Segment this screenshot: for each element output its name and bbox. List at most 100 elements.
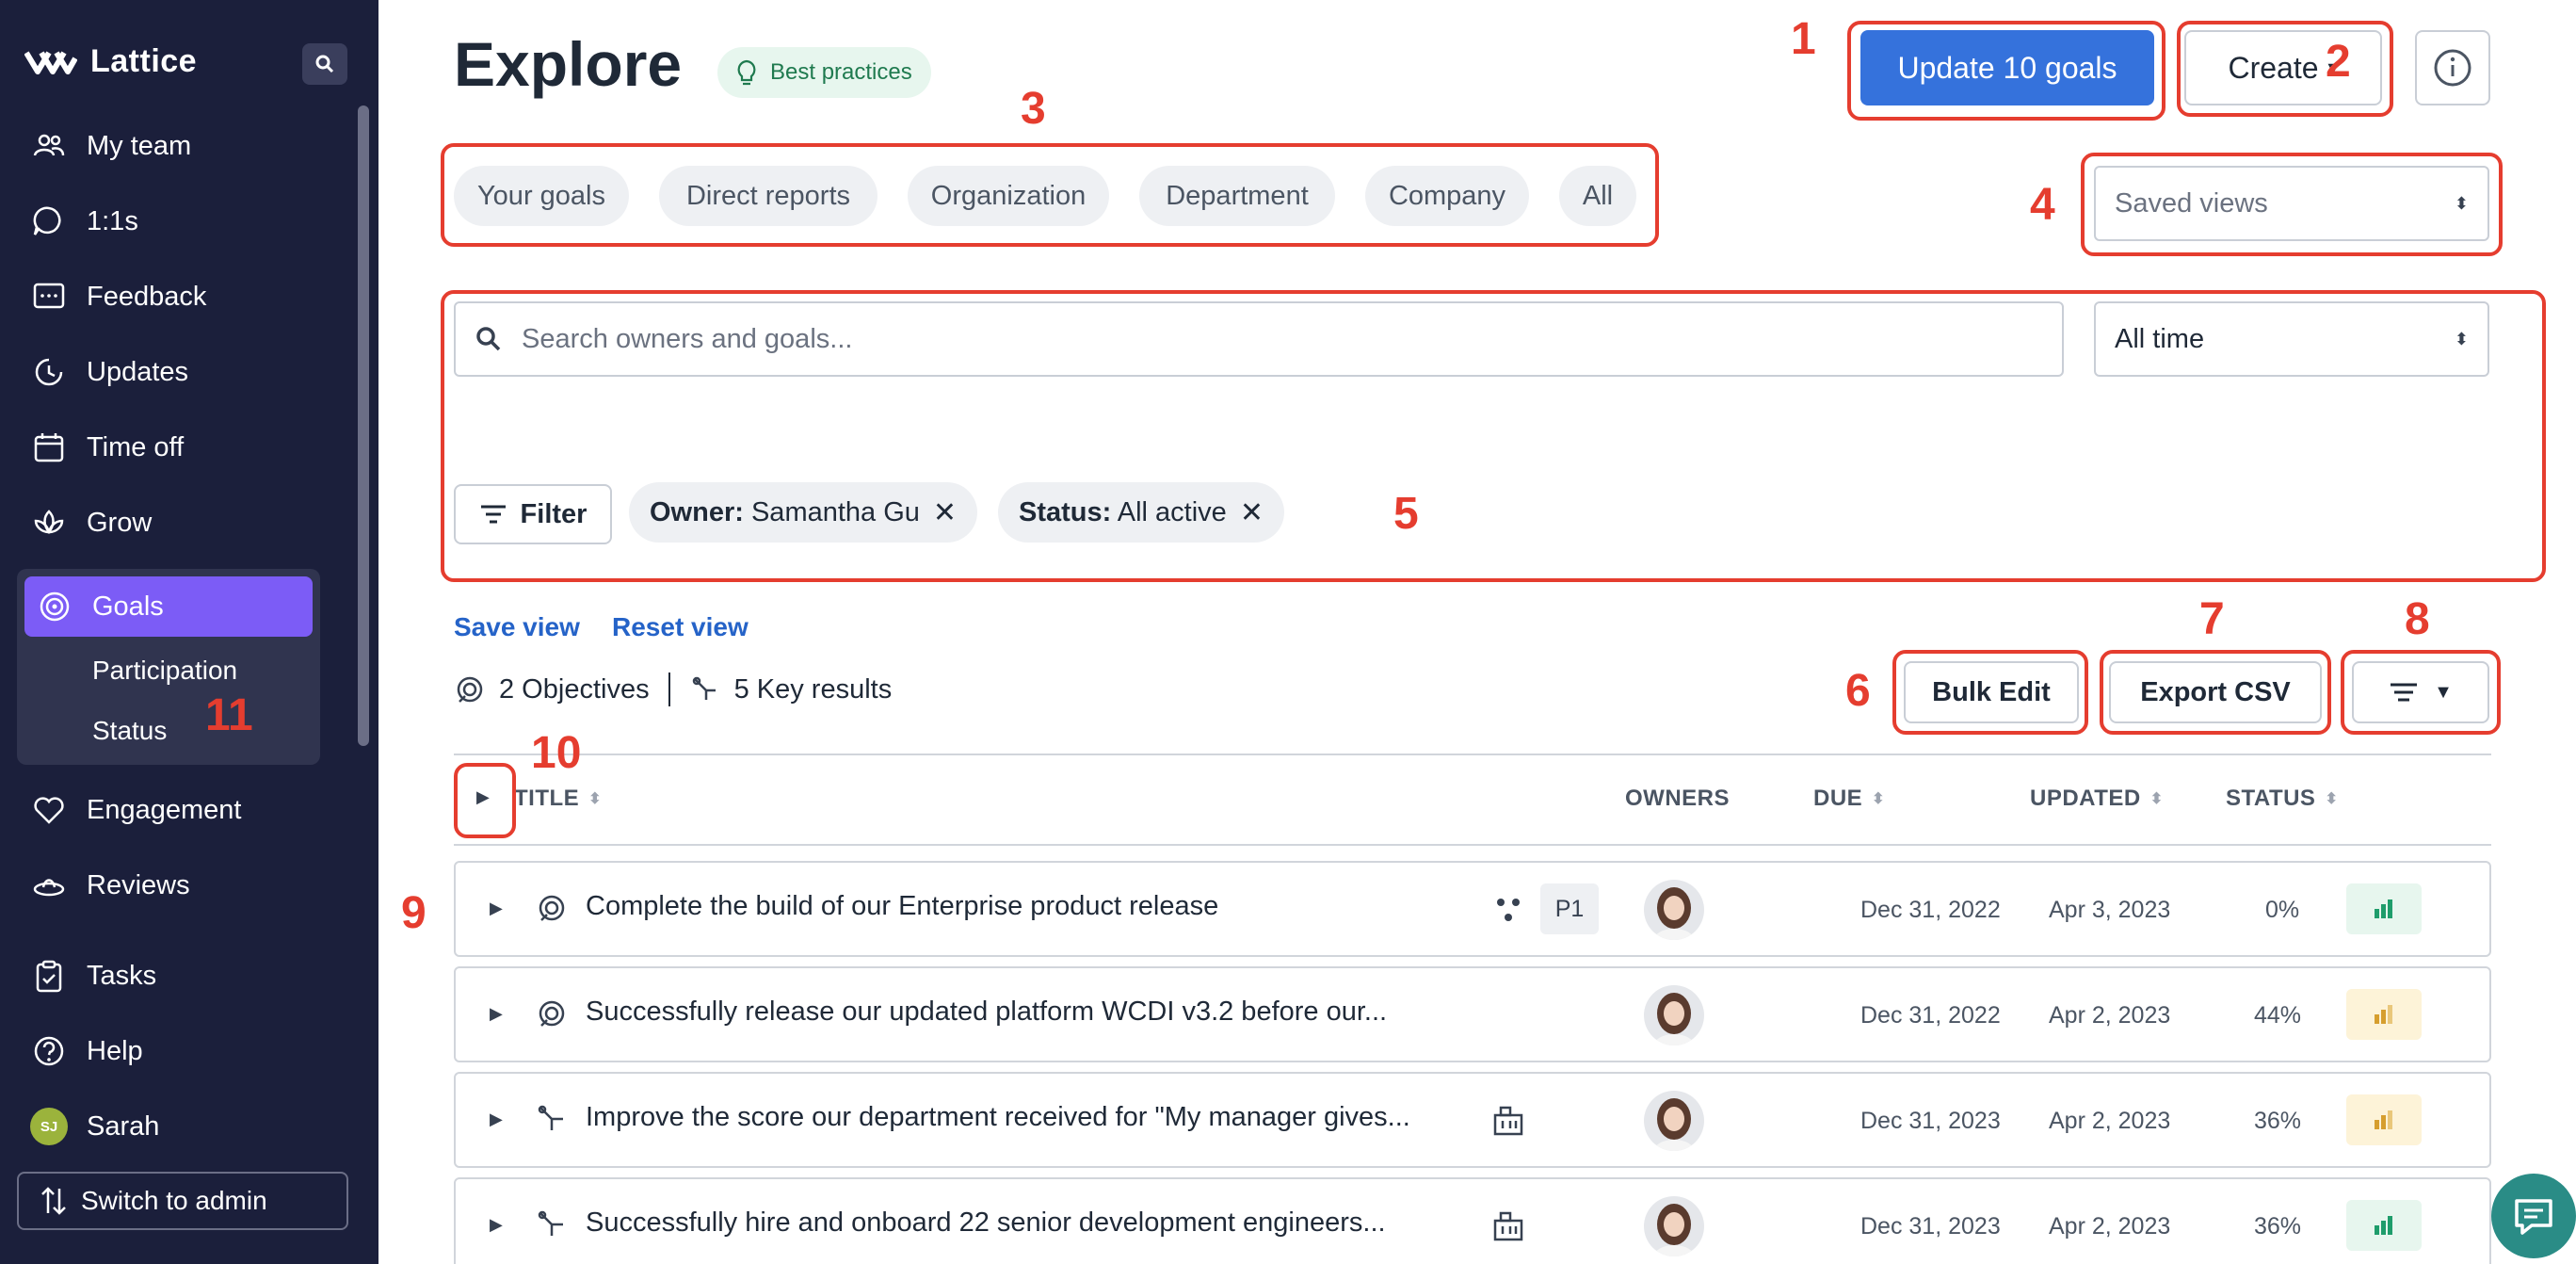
- best-practices-badge[interactable]: Best practices: [717, 47, 931, 98]
- sidebar-item-reviews[interactable]: Reviews: [30, 862, 190, 909]
- table-header-divider: [454, 844, 2491, 846]
- bar-chart-icon: [2375, 1216, 2392, 1235]
- annotation-label-11: 11: [205, 690, 253, 740]
- annotation-label-8: 8: [2405, 594, 2430, 644]
- column-status[interactable]: STATUS ⬍: [2226, 786, 2338, 812]
- info-button[interactable]: [2415, 30, 2490, 105]
- key-results-count: 5 Key results: [733, 673, 893, 705]
- updated-date: Apr 2, 2023: [2049, 1002, 2171, 1029]
- expand-row-icon[interactable]: ▶: [490, 1215, 503, 1235]
- column-title[interactable]: TITLE ⬍: [514, 786, 602, 812]
- calendar-icon: [34, 433, 64, 462]
- key-result-icon: [538, 1105, 563, 1130]
- progress-percent: 0%: [2265, 897, 2300, 923]
- table-row[interactable]: ▶ Successfully hire and onboard 22 senio…: [454, 1177, 2491, 1264]
- sort-arrows-icon: ⬍: [2149, 791, 2164, 807]
- search-icon: [315, 55, 334, 73]
- updated-date: Apr 2, 2023: [2049, 1108, 2171, 1134]
- annotation-box-2: [2177, 21, 2393, 117]
- owner-avatar[interactable]: [1644, 985, 1704, 1045]
- status-badge[interactable]: [2346, 989, 2422, 1040]
- table-row[interactable]: ▶ Successfully release our updated platf…: [454, 966, 2491, 1062]
- lattice-logo[interactable]: Lattice: [24, 43, 197, 80]
- table-row[interactable]: ▶ Complete the build of our Enterprise p…: [454, 861, 2491, 957]
- owner-avatar[interactable]: [1644, 880, 1704, 940]
- table-row[interactable]: ▶ Improve the score our department recei…: [454, 1072, 2491, 1168]
- sidebar-subitem-status[interactable]: Status: [92, 716, 167, 746]
- page-title: Explore: [454, 29, 683, 99]
- chat-support-button[interactable]: [2491, 1174, 2576, 1258]
- sidebar-item-label: 1:1s: [87, 205, 138, 236]
- sidebar-item-1-1s[interactable]: 1:1s: [30, 198, 138, 245]
- column-title-label: TITLE: [514, 786, 580, 811]
- column-updated[interactable]: UPDATED ⬍: [2030, 786, 2164, 812]
- help-icon: [34, 1036, 64, 1066]
- clipboard-icon: [36, 960, 62, 993]
- updates-icon: [35, 358, 63, 386]
- goal-title[interactable]: Complete the build of our Enterprise pro…: [586, 891, 1218, 922]
- status-badge[interactable]: [2346, 1200, 2422, 1251]
- department-icon: [1493, 1106, 1523, 1136]
- owner-avatar[interactable]: [1644, 1091, 1704, 1151]
- feedback-icon: [33, 283, 65, 309]
- sidebar-item-my-team[interactable]: My team: [30, 122, 191, 170]
- sidebar-item-help[interactable]: Help: [30, 1028, 143, 1075]
- due-date: Dec 31, 2022: [1860, 1002, 2001, 1029]
- owner-avatar[interactable]: [1644, 1196, 1704, 1256]
- avatar-icon: [1644, 985, 1704, 1045]
- sidebar-item-time-off[interactable]: Time off: [30, 424, 184, 471]
- progress-percent: 36%: [2254, 1108, 2302, 1134]
- sidebar-item-label: Feedback: [87, 281, 207, 312]
- sidebar-item-tasks[interactable]: Tasks: [30, 952, 156, 999]
- annotation-label-4: 4: [2030, 180, 2055, 230]
- sidebar-search-button[interactable]: [302, 43, 347, 85]
- annotation-box-8: [2341, 650, 2501, 735]
- status-badge[interactable]: [2346, 883, 2422, 934]
- best-practices-label: Best practices: [770, 59, 912, 85]
- expand-row-icon[interactable]: ▶: [490, 1110, 503, 1129]
- reset-view-link[interactable]: Reset view: [612, 612, 749, 642]
- sidebar-scrollbar[interactable]: [358, 105, 369, 746]
- progress-percent: 44%: [2254, 1002, 2302, 1029]
- annotation-label-9: 9: [401, 888, 427, 938]
- bar-chart-icon: [2375, 1005, 2392, 1024]
- sidebar-item-goals[interactable]: Goals: [24, 576, 313, 637]
- sidebar-subitem-participation[interactable]: Participation: [92, 656, 237, 686]
- updated-date: Apr 3, 2023: [2049, 897, 2171, 923]
- sidebar-item-label: Engagement: [87, 794, 242, 825]
- sidebar-item-engagement[interactable]: Engagement: [30, 786, 241, 834]
- avatar: SJ: [30, 1108, 68, 1145]
- status-badge[interactable]: [2346, 1094, 2422, 1145]
- objectives-count: 2 Objectives: [499, 673, 650, 705]
- aligned-goals-icon: [1497, 899, 1520, 921]
- column-due[interactable]: DUE ⬍: [1813, 786, 1885, 812]
- target-icon: [40, 591, 70, 622]
- table-top-divider: [454, 754, 2491, 755]
- sidebar-item-updates[interactable]: Updates: [30, 348, 188, 396]
- goal-counts: 2 Objectives 5 Key results: [454, 673, 892, 706]
- sidebar-user[interactable]: SJ Sarah: [30, 1103, 159, 1150]
- goal-title[interactable]: Successfully release our updated platfor…: [586, 997, 1387, 1028]
- sidebar-item-label: Tasks: [87, 960, 157, 991]
- annotation-label-6: 6: [1845, 666, 1871, 716]
- sidebar-item-feedback[interactable]: Feedback: [30, 273, 206, 320]
- app-name: Lattice: [90, 43, 198, 79]
- annotation-box-4: [2081, 153, 2503, 256]
- save-view-link[interactable]: Save view: [454, 612, 580, 642]
- switch-to-admin-button[interactable]: Switch to admin: [17, 1172, 348, 1230]
- avatar-icon: [1644, 880, 1704, 940]
- switch-icon: [41, 1187, 66, 1215]
- divider: [668, 673, 670, 706]
- heart-icon: [34, 797, 64, 824]
- lightbulb-icon: [737, 59, 756, 86]
- expand-row-icon[interactable]: ▶: [490, 899, 503, 918]
- column-updated-label: UPDATED: [2030, 786, 2141, 811]
- expand-row-icon[interactable]: ▶: [490, 1004, 503, 1024]
- annotation-label-2: 2: [2326, 37, 2351, 87]
- user-name: Sarah: [87, 1110, 160, 1142]
- goal-title[interactable]: Successfully hire and onboard 22 senior …: [586, 1207, 1386, 1239]
- goal-title[interactable]: Improve the score our department receive…: [586, 1102, 1410, 1133]
- switch-label: Switch to admin: [81, 1186, 267, 1215]
- info-icon: [2434, 49, 2471, 87]
- sidebar-item-grow[interactable]: Grow: [30, 499, 152, 546]
